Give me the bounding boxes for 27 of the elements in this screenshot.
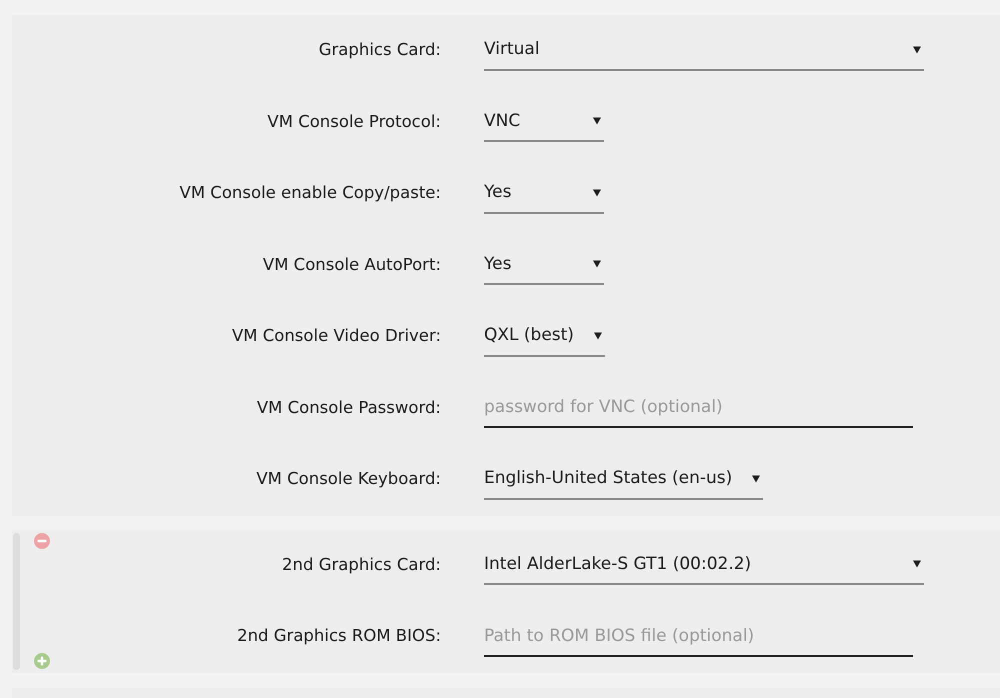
caret-icon <box>593 188 601 197</box>
caret-icon <box>913 46 921 54</box>
dropdown[interactable]: Yes <box>484 174 604 214</box>
caret-icon <box>593 117 601 126</box>
field-label: VM Console Password: <box>256 396 441 419</box>
field-label: VM Console enable Copy/paste: <box>178 182 441 204</box>
dropdown[interactable]: English-United States (en-us) <box>484 460 764 500</box>
remove-icon[interactable] <box>34 532 50 548</box>
input-field[interactable]: password for VNC (optional) <box>484 388 913 428</box>
dropdown[interactable]: VNC <box>484 102 604 142</box>
caret-icon <box>593 260 601 268</box>
add-icon[interactable] <box>34 652 50 668</box>
caret-icon <box>752 474 760 483</box>
dropdown[interactable]: QXL (best) <box>484 316 605 357</box>
field-label: VM Console AutoPort: <box>262 254 441 276</box>
caret-icon <box>594 332 602 340</box>
field-label: 2nd Graphics ROM BIOS: <box>236 625 441 648</box>
dropdown[interactable]: Virtual <box>484 30 924 71</box>
field-label: Graphics Card: <box>318 39 441 62</box>
field-label: 2nd Graphics Card: <box>281 554 441 576</box>
field-label: VM Console Keyboard: <box>255 468 441 490</box>
dropdown[interactable]: Intel AlderLake-S GT1 (00:02.2) <box>484 545 924 586</box>
input-field[interactable]: Path to ROM BIOS file (optional) <box>484 616 913 657</box>
field-label: VM Console Protocol: <box>266 110 441 133</box>
field-label: VM Console Video Driver: <box>230 325 441 348</box>
dropdown[interactable]: Yes <box>484 245 604 286</box>
caret-icon <box>913 560 921 568</box>
